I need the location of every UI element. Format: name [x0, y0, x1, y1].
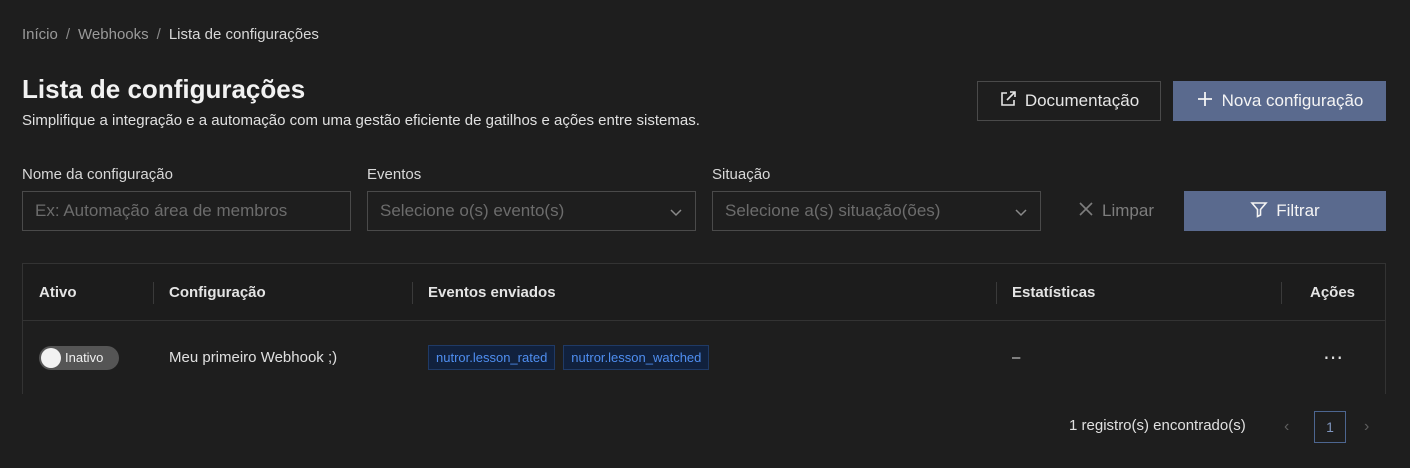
- event-tag: nutror.lesson_rated: [428, 345, 556, 370]
- column-header-actions: Ações: [1310, 284, 1356, 301]
- page-subtitle: Simplifique a integração e a automação c…: [22, 112, 700, 129]
- configuration-name: Meu primeiro Webhook ;): [169, 349, 338, 366]
- status-select[interactable]: Selecione a(s) situação(ões): [712, 191, 1041, 231]
- status-select-placeholder: Selecione a(s) situação(ões): [725, 201, 941, 220]
- event-tag: nutror.lesson_watched: [563, 345, 710, 370]
- name-filter-label: Nome da configuração: [22, 166, 173, 183]
- close-icon: [1078, 201, 1094, 222]
- plus-icon: [1196, 90, 1214, 113]
- toggle-label: Inativo: [65, 350, 104, 365]
- clear-button-label: Limpar: [1102, 201, 1154, 220]
- page-title: Lista de configurações: [22, 74, 306, 104]
- breadcrumb: Início / Webhooks / Lista de configuraçõ…: [22, 26, 319, 43]
- name-filter-input[interactable]: [35, 201, 338, 221]
- name-filter-field[interactable]: [22, 191, 351, 231]
- column-divider: [996, 282, 997, 304]
- breadcrumb-separator: /: [65, 26, 71, 43]
- table-row: Inativo Meu primeiro Webhook ;) nutror.l…: [23, 321, 1385, 394]
- events-cell: nutror.lesson_rated nutror.lesson_watche…: [428, 321, 717, 394]
- status-filter-label: Situação: [712, 166, 771, 183]
- events-select-placeholder: Selecione o(s) evento(s): [380, 201, 565, 220]
- statistics-value: –: [1012, 349, 1021, 366]
- active-toggle[interactable]: Inativo: [39, 345, 119, 370]
- chevron-down-icon: [669, 204, 683, 224]
- documentation-button-label: Documentação: [1024, 91, 1140, 110]
- breadcrumb-separator: /: [156, 26, 161, 43]
- active-cell: Inativo: [39, 321, 119, 394]
- clear-button[interactable]: Limpar: [1066, 191, 1166, 231]
- next-page-button[interactable]: ›: [1364, 418, 1369, 436]
- breadcrumb-item-webhooks[interactable]: Webhooks: [78, 26, 149, 43]
- filter-icon: [1250, 200, 1268, 223]
- chevron-down-icon: [1014, 204, 1028, 224]
- filter-button-label: Filtrar: [1276, 201, 1320, 220]
- column-header-active: Ativo: [39, 284, 77, 301]
- column-header-events: Eventos enviados: [428, 284, 556, 301]
- previous-page-button[interactable]: ‹: [1284, 418, 1289, 436]
- column-divider: [153, 282, 154, 304]
- toggle-knob: [41, 347, 61, 368]
- breadcrumb-item-inicio[interactable]: Início: [22, 26, 58, 43]
- configurations-table: Ativo Configuração Eventos enviados Esta…: [22, 263, 1386, 394]
- events-filter-label: Eventos: [367, 166, 422, 183]
- column-divider: [1281, 282, 1282, 304]
- column-header-statistics: Estatísticas: [1012, 284, 1096, 301]
- documentation-button[interactable]: Documentação: [977, 81, 1161, 121]
- breadcrumb-item-current: Lista de configurações: [168, 26, 319, 43]
- events-select[interactable]: Selecione o(s) evento(s): [367, 191, 696, 231]
- page-1-button[interactable]: 1: [1314, 411, 1346, 443]
- column-header-configuration: Configuração: [169, 284, 266, 301]
- column-divider: [412, 282, 413, 304]
- table-header: Ativo Configuração Eventos enviados Esta…: [23, 264, 1385, 321]
- new-configuration-button[interactable]: Nova configuração: [1173, 81, 1386, 121]
- filter-button[interactable]: Filtrar: [1184, 191, 1386, 231]
- new-configuration-button-label: Nova configuração: [1221, 91, 1364, 110]
- more-actions-icon[interactable]: ⋯: [1323, 321, 1344, 394]
- results-count: 1 registro(s) encontrado(s): [1069, 417, 1246, 434]
- external-link-icon: [999, 90, 1017, 113]
